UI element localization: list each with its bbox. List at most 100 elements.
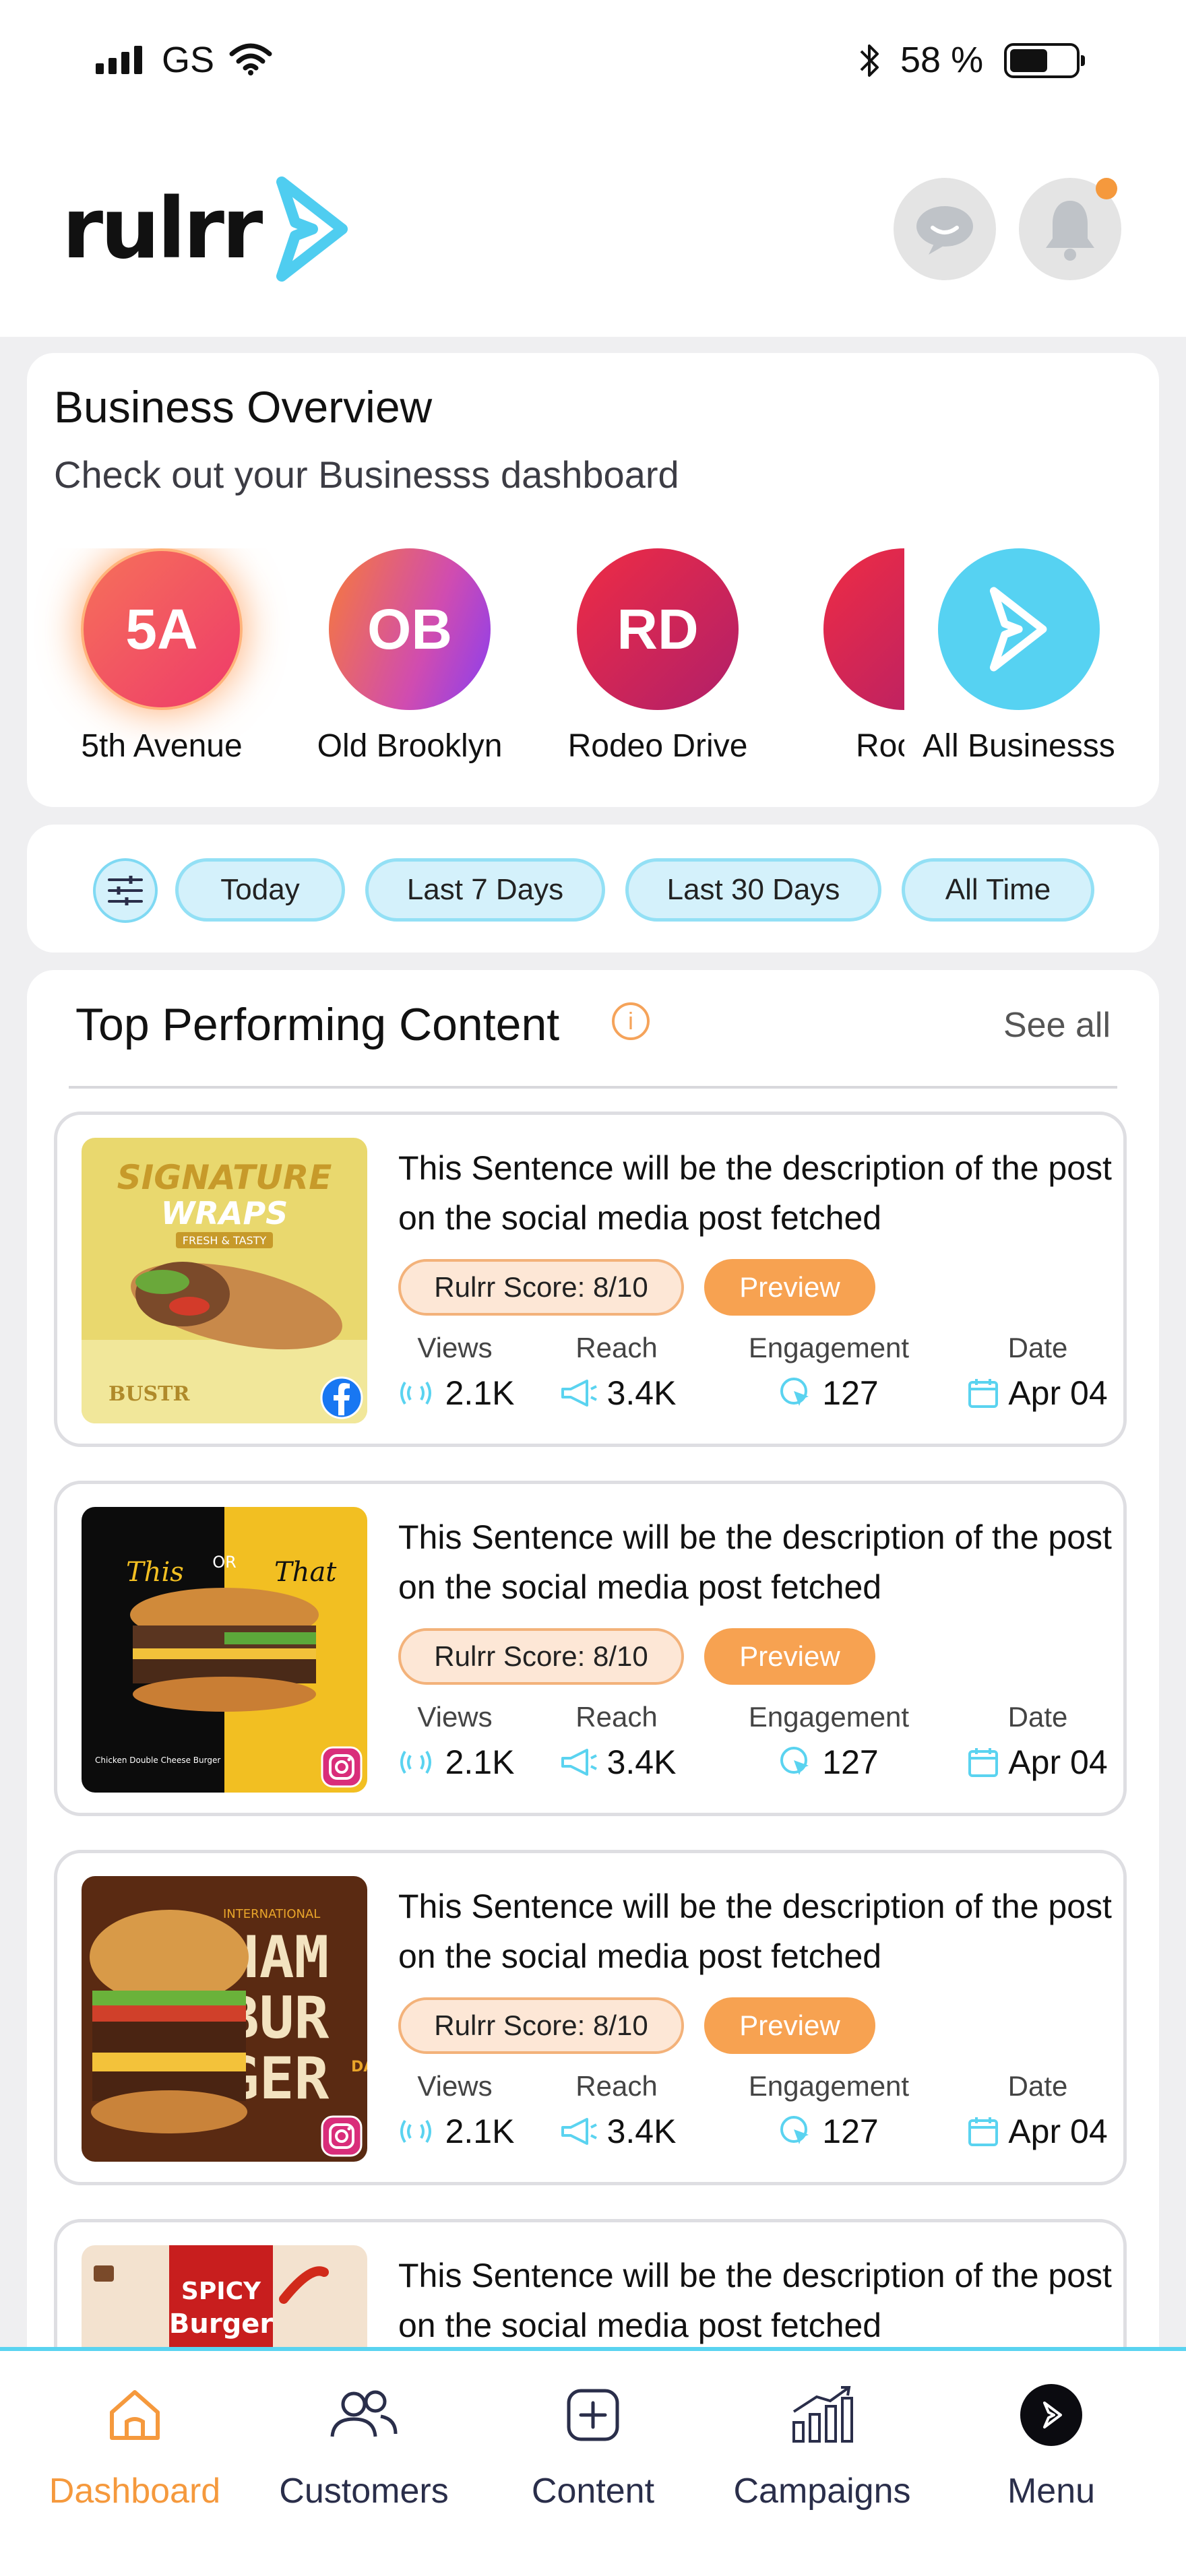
notification-dot <box>1096 178 1117 199</box>
filter-last-30-days[interactable]: Last 30 Days <box>625 858 881 922</box>
filter-last-7-days[interactable]: Last 7 Days <box>365 858 605 922</box>
business-item-all[interactable]: All Businesss <box>904 548 1133 765</box>
date-stat: Date Apr 04 <box>960 2070 1115 2151</box>
business-selector[interactable]: 5A 5th Avenue OB Old Brooklyn RD Rodeo D… <box>27 548 1159 777</box>
rulrr-logo[interactable]: rulrr <box>62 175 353 283</box>
preview-button[interactable]: Preview <box>704 1259 875 1316</box>
views-value: 2.1K <box>445 1374 515 1412</box>
preview-button[interactable]: Preview <box>704 1997 875 2054</box>
bluetooth-icon <box>860 44 879 77</box>
svg-text:SPICY: SPICY <box>181 2278 261 2305</box>
megaphone-icon <box>561 1380 597 1407</box>
svg-text:BUSTR: BUSTR <box>108 1382 191 1406</box>
svg-text:WRAPS: WRAPS <box>161 1195 288 1231</box>
engagement-stat: Engagement 127 <box>724 2070 933 2151</box>
views-stat: Views 2.1K <box>394 1701 516 1782</box>
filter-all-time[interactable]: All Time <box>902 858 1094 922</box>
campaigns-chart-icon <box>792 2386 853 2443</box>
business-avatar: 5A <box>81 548 243 710</box>
nav-label: Customers <box>279 2472 449 2511</box>
calendar-icon <box>968 1379 999 1408</box>
post-description: This Sentence will be the description of… <box>398 1888 1112 1975</box>
calendar-icon <box>968 1748 999 1777</box>
carrier-name: GS <box>162 40 215 80</box>
business-item-5th-avenue[interactable]: 5A 5th Avenue <box>47 548 276 765</box>
notifications-button[interactable] <box>1019 178 1121 280</box>
svg-text:This: This <box>126 1557 184 1588</box>
rulrr-score-badge: Rulrr Score: 8/10 <box>398 1628 684 1685</box>
business-label: Old Brooklyn <box>317 728 503 764</box>
svg-text:Burger: Burger <box>169 2309 273 2340</box>
post-thumbnail[interactable]: This OR That Chicken Double Cheese Burge… <box>82 1507 367 1793</box>
nav-campaigns[interactable]: Campaigns <box>714 2378 930 2511</box>
bell-icon <box>1046 201 1094 261</box>
stat-label: Engagement <box>748 1332 910 1363</box>
wifi-icon <box>229 43 272 75</box>
chat-button[interactable] <box>894 178 996 280</box>
stat-label: Date <box>1007 1332 1068 1363</box>
stat-label: Reach <box>575 1332 658 1363</box>
post-description: This Sentence will be the description of… <box>398 2257 1112 2344</box>
calendar-icon <box>968 2117 999 2146</box>
filter-today[interactable]: Today <box>175 858 345 922</box>
stat-label: Views <box>417 2070 493 2102</box>
sliders-icon <box>108 876 143 905</box>
chat-bubble-icon <box>916 206 973 255</box>
megaphone-icon <box>561 1749 597 1776</box>
engagement-stat: Engagement 127 <box>724 1701 933 1782</box>
views-stat: Views 2.1K <box>394 1332 516 1413</box>
svg-text:DAY: DAY <box>351 2059 367 2075</box>
nav-menu[interactable]: Menu <box>943 2378 1159 2511</box>
nav-label: Content <box>531 2472 655 2511</box>
business-label: 5th Avenue <box>81 728 243 764</box>
date-value: Apr 04 <box>1008 2113 1108 2150</box>
home-icon <box>110 2390 160 2440</box>
business-avatar: OB <box>329 548 491 710</box>
business-item-old-brooklyn[interactable]: OB Old Brooklyn <box>295 548 524 765</box>
business-label: All Businesss <box>923 728 1115 764</box>
post-thumbnail[interactable]: INTERNATIONAL HAM BUR GER DAY <box>82 1876 367 2162</box>
stat-label: Date <box>1007 2070 1068 2102</box>
engagement-value: 127 <box>822 1374 879 1412</box>
cursor-click-icon <box>780 1378 809 1406</box>
broadcast-icon <box>400 2119 431 2144</box>
reach-stat: Reach 3.4K <box>542 2070 691 2151</box>
date-value: Apr 04 <box>1008 1743 1108 1781</box>
status-bar: GS 58 % <box>0 0 1186 121</box>
info-icon[interactable]: i <box>612 1002 650 1040</box>
logo-arrow-icon <box>276 176 348 282</box>
megaphone-icon <box>561 2118 597 2145</box>
post-thumbnail[interactable]: SIGNATURE WRAPS FRESH & TASTY BUSTR <box>82 1138 367 1423</box>
signal-icon <box>96 44 142 74</box>
nav-label: Campaigns <box>733 2472 911 2511</box>
facebook-icon <box>320 1376 363 1419</box>
overview-subtitle: Check out your Businesss dashboard <box>54 453 679 496</box>
preview-button[interactable]: Preview <box>704 1628 875 1685</box>
views-value: 2.1K <box>445 2113 515 2150</box>
cursor-click-icon <box>780 2116 809 2144</box>
filter-settings-button[interactable] <box>93 858 158 923</box>
business-overview-card: Business Overview Check out your Busines… <box>27 353 1159 807</box>
business-label: Rodeo Drive <box>567 728 748 764</box>
battery-icon <box>1004 43 1085 78</box>
content-post-1[interactable]: SIGNATURE WRAPS FRESH & TASTY BUSTR This… <box>54 1112 1127 1447</box>
reach-value: 3.4K <box>606 1743 677 1781</box>
content-post-2[interactable]: This OR That Chicken Double Cheese Burge… <box>54 1481 1127 1816</box>
svg-text:That: That <box>274 1557 337 1588</box>
instagram-icon <box>321 1746 363 1788</box>
bottom-navigation: Dashboard Customers Content Campaigns Me… <box>0 2347 1186 2576</box>
nav-dashboard[interactable]: Dashboard <box>27 2378 243 2511</box>
nav-customers[interactable]: Customers <box>256 2378 472 2511</box>
overview-title: Business Overview <box>54 382 433 432</box>
nav-content[interactable]: Content <box>485 2378 701 2511</box>
see-all-link[interactable]: See all <box>1003 1005 1111 1045</box>
stat-label: Engagement <box>748 2070 910 2102</box>
post-description: This Sentence will be the description of… <box>398 1149 1112 1237</box>
reach-stat: Reach 3.4K <box>542 1701 691 1782</box>
reach-value: 3.4K <box>606 2113 677 2150</box>
content-post-3[interactable]: INTERNATIONAL HAM BUR GER DAY This Sent <box>54 1850 1127 2185</box>
business-item-partial[interactable]: R Roc <box>823 548 904 765</box>
business-item-rodeo-drive[interactable]: RD Rodeo Drive <box>543 548 772 765</box>
date-value: Apr 04 <box>1008 1374 1108 1412</box>
svg-text:OR: OR <box>212 1553 237 1572</box>
